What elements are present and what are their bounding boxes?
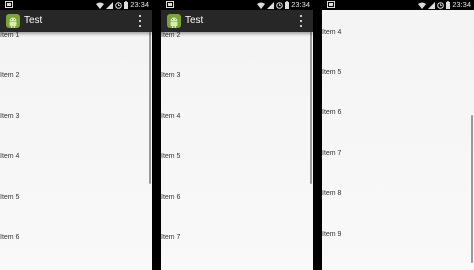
wifi-icon	[257, 2, 266, 9]
android-app-icon[interactable]	[166, 13, 182, 29]
list-item[interactable]: Item 4	[0, 152, 19, 161]
signal-icon	[267, 1, 275, 9]
scrollbar[interactable]	[471, 115, 473, 263]
list-item[interactable]: Item 7	[322, 149, 341, 158]
screen-divider	[152, 0, 161, 270]
scrollbar[interactable]	[149, 32, 151, 184]
clock-time: 23:34	[291, 0, 310, 9]
item-list[interactable]: Item 4 Item 5 Item 6 Item 7 Item 8 Item …	[322, 10, 474, 270]
app-title: Test	[24, 15, 43, 26]
app-title: Test	[185, 15, 204, 26]
wifi-icon	[418, 2, 427, 9]
android-notification-icon	[5, 1, 13, 8]
screen-divider	[313, 0, 322, 270]
battery-icon	[124, 1, 129, 9]
scrollbar[interactable]	[310, 32, 312, 184]
status-bar: 23:34	[322, 0, 474, 10]
clock-time: 23:34	[452, 0, 471, 9]
list-item[interactable]: Item 2	[0, 71, 19, 80]
android-notification-icon	[327, 1, 335, 8]
battery-icon	[446, 1, 451, 9]
list-item[interactable]: Item 7	[161, 233, 180, 242]
alarm-icon	[276, 1, 284, 9]
signal-icon	[106, 1, 114, 9]
list-item[interactable]: Item 3	[161, 71, 180, 80]
list-item[interactable]: Item 3	[0, 112, 19, 121]
list-item[interactable]: Item 6	[0, 233, 19, 242]
alarm-icon	[115, 1, 123, 9]
overflow-menu-icon[interactable]	[298, 15, 304, 27]
status-bar: 23:34	[0, 0, 152, 10]
list-item[interactable]: Item 2	[161, 31, 180, 40]
list-item[interactable]: Item 8	[322, 189, 341, 198]
action-bar: Test	[161, 10, 313, 32]
list-item[interactable]: Item 6	[322, 108, 341, 117]
list-item[interactable]: Item 5	[161, 152, 180, 161]
phone-screen-1: 23:34 Test Item 1 Item 2 Item 3 Item 4 I…	[0, 0, 152, 270]
list-item[interactable]: Item 6	[161, 193, 180, 202]
phone-screen-3: 23:34 Item 4 Item 5 Item 6 Item 7 Item 8…	[322, 0, 474, 270]
android-notification-icon	[166, 1, 174, 8]
list-item[interactable]: Item 4	[322, 28, 341, 37]
clock-time: 23:34	[130, 0, 149, 9]
phone-screen-2: 23:34 Test Item 2 Item 3 Item 4 Item 5 I…	[161, 0, 313, 270]
list-item[interactable]: Item 5	[322, 68, 341, 77]
item-list[interactable]: Item 2 Item 3 Item 4 Item 5 Item 6 Item …	[161, 32, 313, 270]
wifi-icon	[96, 2, 105, 9]
list-item[interactable]: Item 1	[0, 31, 19, 40]
battery-icon	[285, 1, 290, 9]
android-app-icon[interactable]	[5, 13, 21, 29]
overflow-menu-icon[interactable]	[137, 15, 143, 27]
action-bar: Test	[0, 10, 152, 32]
list-item[interactable]: Item 4	[161, 112, 180, 121]
status-bar: 23:34	[161, 0, 313, 10]
list-item[interactable]: Item 5	[0, 193, 19, 202]
signal-icon	[428, 1, 436, 9]
item-list[interactable]: Item 1 Item 2 Item 3 Item 4 Item 5 Item …	[0, 32, 152, 270]
alarm-icon	[437, 1, 445, 9]
list-item[interactable]: Item 9	[322, 230, 341, 239]
